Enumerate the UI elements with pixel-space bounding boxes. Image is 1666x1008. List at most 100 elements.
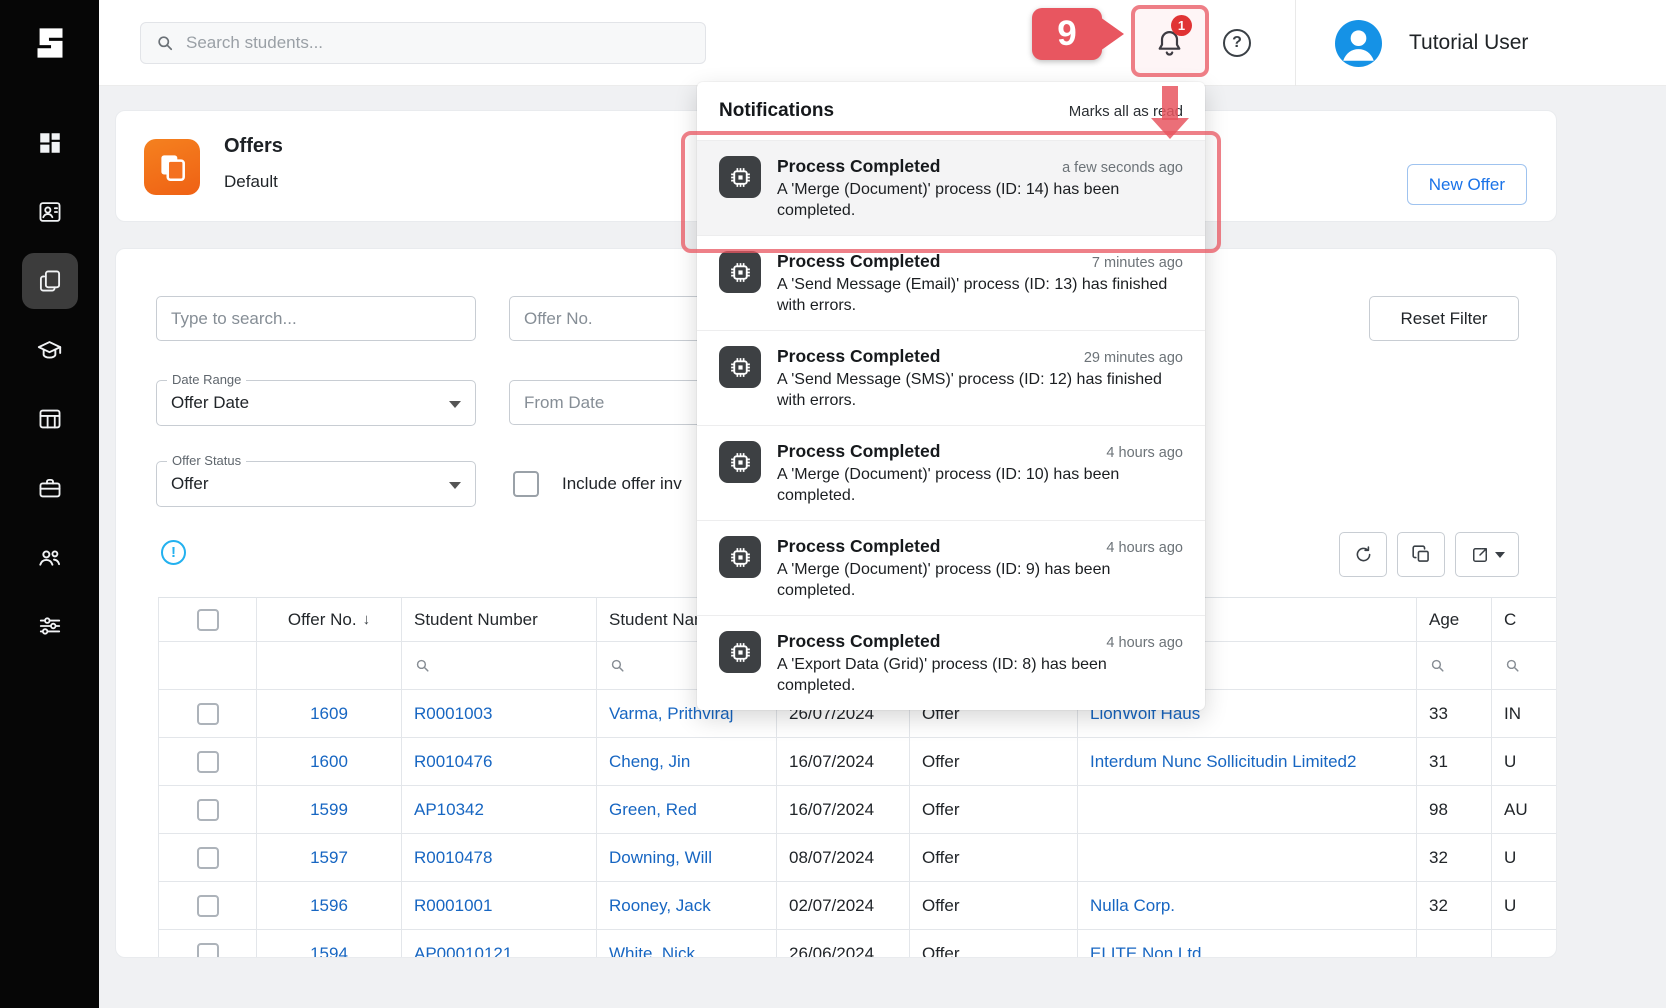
export-button[interactable] bbox=[1455, 532, 1519, 577]
notification-item[interactable]: Process Completed 29 minutes ago A 'Send… bbox=[697, 330, 1205, 425]
header-citizenship[interactable]: C bbox=[1491, 597, 1557, 642]
search-icon bbox=[414, 657, 431, 674]
topbar-divider bbox=[1295, 0, 1296, 86]
age-cell: 31 bbox=[1416, 738, 1491, 786]
student-number-cell: R0001001 bbox=[401, 882, 596, 930]
student-name-link[interactable]: White, Nick bbox=[609, 944, 695, 959]
row-checkbox[interactable] bbox=[197, 751, 219, 773]
process-icon bbox=[719, 631, 761, 673]
offer-no-link[interactable]: 1609 bbox=[310, 704, 348, 724]
cpu-chip-icon bbox=[728, 450, 753, 475]
info-icon[interactable]: ! bbox=[161, 540, 186, 565]
row-checkbox[interactable] bbox=[197, 703, 219, 725]
notifications-bell-button[interactable]: 1 bbox=[1145, 18, 1193, 68]
reset-filter-button[interactable]: Reset Filter bbox=[1369, 296, 1519, 341]
refresh-button[interactable] bbox=[1339, 532, 1387, 577]
row-checkbox[interactable] bbox=[197, 895, 219, 917]
notification-body: Process Completed a few seconds ago A 'M… bbox=[777, 156, 1183, 235]
row-checkbox[interactable] bbox=[197, 799, 219, 821]
company-link[interactable]: ELITE Non Ltd bbox=[1090, 944, 1202, 959]
student-name-link[interactable]: Rooney, Jack bbox=[609, 896, 711, 916]
offer-no-link[interactable]: 1596 bbox=[310, 896, 348, 916]
company-cell: Interdum Nunc Sollicitudin Limited2 bbox=[1077, 738, 1416, 786]
student-name-link[interactable]: Green, Red bbox=[609, 800, 697, 820]
graduation-cap-icon bbox=[36, 337, 63, 364]
header-offer-no[interactable]: Offer No. ↓ bbox=[256, 597, 401, 642]
age-cell: 98 bbox=[1416, 786, 1491, 834]
sidebar-item-settings[interactable] bbox=[22, 598, 78, 654]
student-number-link[interactable]: R0001001 bbox=[414, 896, 492, 916]
company-link[interactable]: Nulla Corp. bbox=[1090, 896, 1175, 916]
cpu-chip-icon bbox=[728, 640, 753, 665]
search-students-input[interactable] bbox=[186, 33, 691, 53]
search-icon bbox=[1504, 657, 1521, 674]
offer-no-link[interactable]: 1600 bbox=[310, 752, 348, 772]
student-number-link[interactable]: AP00010121 bbox=[414, 944, 512, 959]
student-name-cell: Green, Red bbox=[596, 786, 776, 834]
header-student-number[interactable]: Student Number bbox=[401, 597, 596, 642]
student-number-cell: AP10342 bbox=[401, 786, 596, 834]
student-name-link[interactable]: Cheng, Jin bbox=[609, 752, 690, 772]
citizenship-cell: U bbox=[1491, 882, 1557, 930]
offer-date-cell: 16/07/2024 bbox=[776, 786, 909, 834]
notification-item[interactable]: Process Completed 4 hours ago A 'Merge (… bbox=[697, 520, 1205, 615]
status-cell: Offer bbox=[909, 786, 1077, 834]
grid-search-input[interactable] bbox=[156, 296, 476, 341]
offer-no-link[interactable]: 1597 bbox=[310, 848, 348, 868]
student-number-link[interactable]: R0010478 bbox=[414, 848, 492, 868]
sidebar-item-services[interactable] bbox=[22, 460, 78, 516]
duplicate-button[interactable] bbox=[1397, 532, 1445, 577]
sidebar-item-agents[interactable] bbox=[22, 529, 78, 585]
company-link[interactable]: Interdum Nunc Sollicitudin Limited2 bbox=[1090, 752, 1356, 772]
select-all-checkbox[interactable] bbox=[197, 609, 219, 631]
company-cell: ELITE Non Ltd bbox=[1077, 930, 1416, 958]
mark-all-as-read-button[interactable]: Marks all as read bbox=[1069, 103, 1183, 120]
cpu-chip-icon bbox=[728, 545, 753, 570]
table-row: 1599 AP10342 Green, Red 16/07/2024 Offer… bbox=[158, 786, 1557, 834]
offer-no-cell: 1597 bbox=[256, 834, 401, 882]
offer-status-select[interactable]: Offer Status Offer bbox=[156, 461, 476, 507]
process-icon bbox=[719, 441, 761, 483]
sidebar-item-boards[interactable] bbox=[22, 391, 78, 447]
chevron-down-icon bbox=[449, 482, 461, 489]
student-number-link[interactable]: R0001003 bbox=[414, 704, 492, 724]
topbar: 1 ? Tutorial User bbox=[99, 0, 1666, 86]
offer-no-link[interactable]: 1599 bbox=[310, 800, 348, 820]
sidebar-item-courses[interactable] bbox=[22, 322, 78, 378]
table-row: 1596 R0001001 Rooney, Jack 02/07/2024 Of… bbox=[158, 882, 1557, 930]
row-checkbox[interactable] bbox=[197, 847, 219, 869]
filter-cell-citizenship[interactable] bbox=[1491, 642, 1557, 690]
offer-date-cell: 08/07/2024 bbox=[776, 834, 909, 882]
filter-cell-age[interactable] bbox=[1416, 642, 1491, 690]
student-number-cell: R0010478 bbox=[401, 834, 596, 882]
row-checkbox[interactable] bbox=[197, 943, 219, 959]
header-offer-no-label: Offer No. bbox=[288, 610, 357, 630]
notification-item[interactable]: Process Completed a few seconds ago A 'M… bbox=[697, 140, 1205, 235]
notifications-header: Notifications Marks all as read bbox=[697, 82, 1205, 140]
student-number-link[interactable]: AP10342 bbox=[414, 800, 484, 820]
export-icon bbox=[1470, 545, 1490, 565]
user-menu[interactable]: Tutorial User bbox=[1324, 0, 1528, 86]
notification-item[interactable]: Process Completed 7 minutes ago A 'Send … bbox=[697, 235, 1205, 330]
include-offer-checkbox[interactable] bbox=[513, 471, 539, 497]
refresh-icon bbox=[1353, 544, 1374, 565]
sidebar-item-dashboard[interactable] bbox=[22, 115, 78, 171]
notification-item[interactable]: Process Completed 4 hours ago A 'Merge (… bbox=[697, 425, 1205, 520]
sort-desc-icon: ↓ bbox=[363, 611, 371, 628]
notification-item[interactable]: Process Completed 4 hours ago A 'Export … bbox=[697, 615, 1205, 710]
filter-cell-offer-no[interactable] bbox=[256, 642, 401, 690]
notification-title: Process Completed bbox=[777, 536, 940, 557]
sidebar-item-offers[interactable] bbox=[22, 253, 78, 309]
process-icon bbox=[719, 251, 761, 293]
student-number-link[interactable]: R0010476 bbox=[414, 752, 492, 772]
app-logo[interactable] bbox=[0, 0, 99, 86]
header-age[interactable]: Age bbox=[1416, 597, 1491, 642]
help-button[interactable]: ? bbox=[1221, 27, 1253, 59]
header-select-all bbox=[158, 597, 256, 642]
student-name-link[interactable]: Downing, Will bbox=[609, 848, 712, 868]
offer-no-link[interactable]: 1594 bbox=[310, 944, 348, 959]
date-range-select[interactable]: Date Range Offer Date bbox=[156, 380, 476, 426]
filter-cell-student-number[interactable] bbox=[401, 642, 596, 690]
sidebar-item-students[interactable] bbox=[22, 184, 78, 240]
new-offer-button[interactable]: New Offer bbox=[1407, 164, 1527, 205]
